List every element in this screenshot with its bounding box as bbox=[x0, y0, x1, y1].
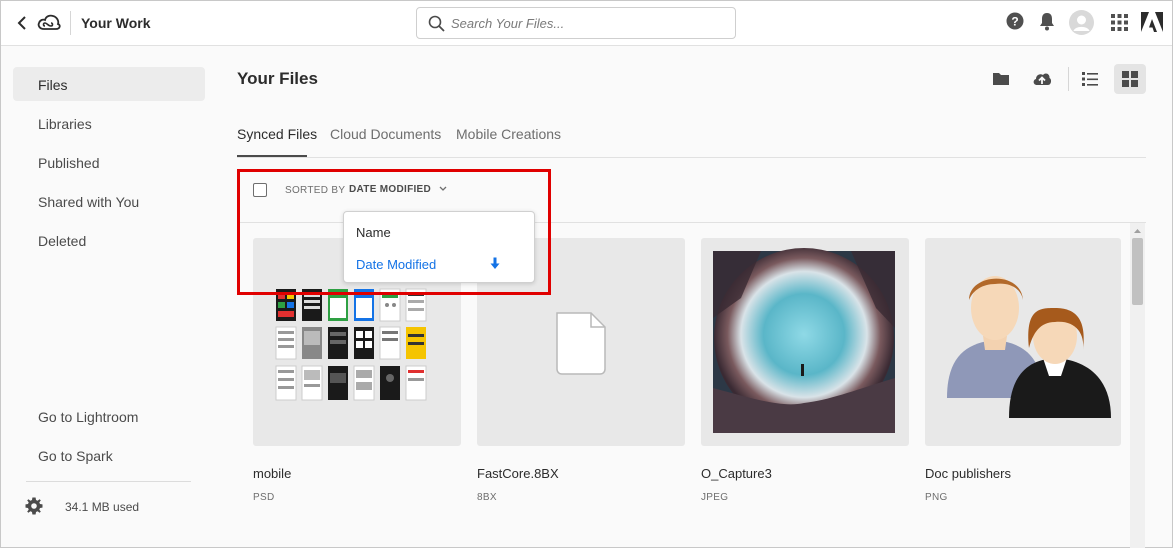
folder-icon bbox=[993, 73, 1009, 85]
link-spark[interactable]: Go to Spark bbox=[13, 438, 205, 472]
sidebar-item-label: Libraries bbox=[38, 116, 92, 132]
file-type: JPEG bbox=[701, 492, 729, 503]
storage-info: 34.1 MB used bbox=[25, 497, 139, 518]
link-lightroom[interactable]: Go to Lightroom bbox=[13, 399, 205, 433]
cloud-upload-icon bbox=[1033, 73, 1052, 85]
sidebar-item-files[interactable]: Files bbox=[13, 67, 205, 101]
adobe-logo[interactable] bbox=[1141, 12, 1163, 37]
header-divider bbox=[70, 11, 71, 35]
file-name: FastCore.8BX bbox=[477, 466, 559, 481]
gear-icon[interactable] bbox=[25, 497, 43, 515]
sidebar-item-published[interactable]: Published bbox=[13, 145, 205, 179]
help-icon[interactable]: ? bbox=[1006, 12, 1024, 35]
link-label: Go to Lightroom bbox=[38, 409, 139, 425]
sidebar-item-label: Files bbox=[38, 77, 68, 93]
arrow-down-icon[interactable] bbox=[490, 257, 500, 270]
search-bar[interactable] bbox=[416, 7, 736, 39]
sidebar-item-deleted[interactable]: Deleted bbox=[13, 223, 205, 257]
file-type: 8BX bbox=[477, 492, 497, 503]
sidebar: Files Libraries Published Shared with Yo… bbox=[1, 47, 216, 547]
grid-view-button[interactable] bbox=[1114, 64, 1146, 94]
file-card-doc-publishers[interactable]: Doc publishers PNG bbox=[925, 238, 1133, 503]
planet-photo-preview bbox=[713, 248, 895, 433]
app-title: Your Work bbox=[81, 15, 151, 31]
tab-mobile-creations[interactable]: Mobile Creations bbox=[456, 126, 561, 142]
select-all-checkbox[interactable] bbox=[253, 183, 267, 197]
file-name: Doc publishers bbox=[925, 466, 1011, 481]
storage-used: 34.1 MB used bbox=[65, 500, 140, 514]
search-input[interactable] bbox=[451, 13, 721, 33]
sidebar-item-label: Published bbox=[38, 155, 100, 171]
sort-option-date-modified[interactable]: Date Modified bbox=[356, 257, 436, 272]
creative-cloud-logo[interactable] bbox=[35, 11, 63, 35]
file-type: PNG bbox=[925, 492, 948, 503]
svg-text:?: ? bbox=[1011, 15, 1018, 29]
search-icon bbox=[428, 15, 445, 32]
chevron-down-icon[interactable] bbox=[438, 185, 448, 193]
tab-cloud-documents[interactable]: Cloud Documents bbox=[330, 126, 441, 142]
scrollbar-thumb[interactable] bbox=[1132, 238, 1143, 305]
sort-option-name[interactable]: Name bbox=[356, 225, 391, 240]
users-illustration bbox=[947, 276, 1111, 418]
link-label: Go to Spark bbox=[38, 448, 113, 464]
apps-grid-icon[interactable] bbox=[1111, 14, 1128, 36]
sort-row: SORTED BY DATE MODIFIED bbox=[237, 176, 1137, 206]
sidebar-item-shared[interactable]: Shared with You bbox=[13, 184, 205, 218]
list-view-icon bbox=[1082, 72, 1098, 86]
list-view-button[interactable] bbox=[1074, 64, 1106, 94]
back-icon[interactable] bbox=[15, 13, 31, 33]
sidebar-divider bbox=[26, 481, 191, 482]
toolbar-divider bbox=[1068, 67, 1069, 91]
file-type: PSD bbox=[253, 492, 275, 503]
tab-synced-files[interactable]: Synced Files bbox=[237, 126, 317, 142]
sort-dropdown: Name Date Modified bbox=[343, 211, 535, 283]
tabs-divider bbox=[237, 157, 1146, 158]
sort-label: SORTED BY bbox=[285, 185, 346, 196]
top-bar: Your Work ? bbox=[1, 1, 1172, 46]
page-title: Your Files bbox=[237, 69, 318, 88]
scroll-up-icon[interactable] bbox=[1132, 226, 1143, 236]
sidebar-item-libraries[interactable]: Libraries bbox=[13, 106, 205, 140]
sidebar-item-label: Deleted bbox=[38, 233, 87, 249]
new-folder-button[interactable] bbox=[985, 64, 1017, 94]
sidebar-item-label: Shared with You bbox=[38, 194, 140, 210]
file-thumbnail[interactable] bbox=[701, 238, 909, 446]
file-name: O_Capture3 bbox=[701, 466, 772, 481]
file-name: mobile bbox=[253, 466, 292, 481]
avatar-icon[interactable] bbox=[1069, 10, 1094, 40]
file-thumbnail[interactable] bbox=[925, 238, 1121, 446]
file-card-capture[interactable]: O_Capture3 JPEG bbox=[701, 238, 909, 503]
grid-view-icon bbox=[1122, 71, 1138, 87]
sort-value[interactable]: DATE MODIFIED bbox=[349, 184, 431, 195]
upload-button[interactable] bbox=[1025, 64, 1057, 94]
bell-icon[interactable] bbox=[1038, 12, 1056, 36]
